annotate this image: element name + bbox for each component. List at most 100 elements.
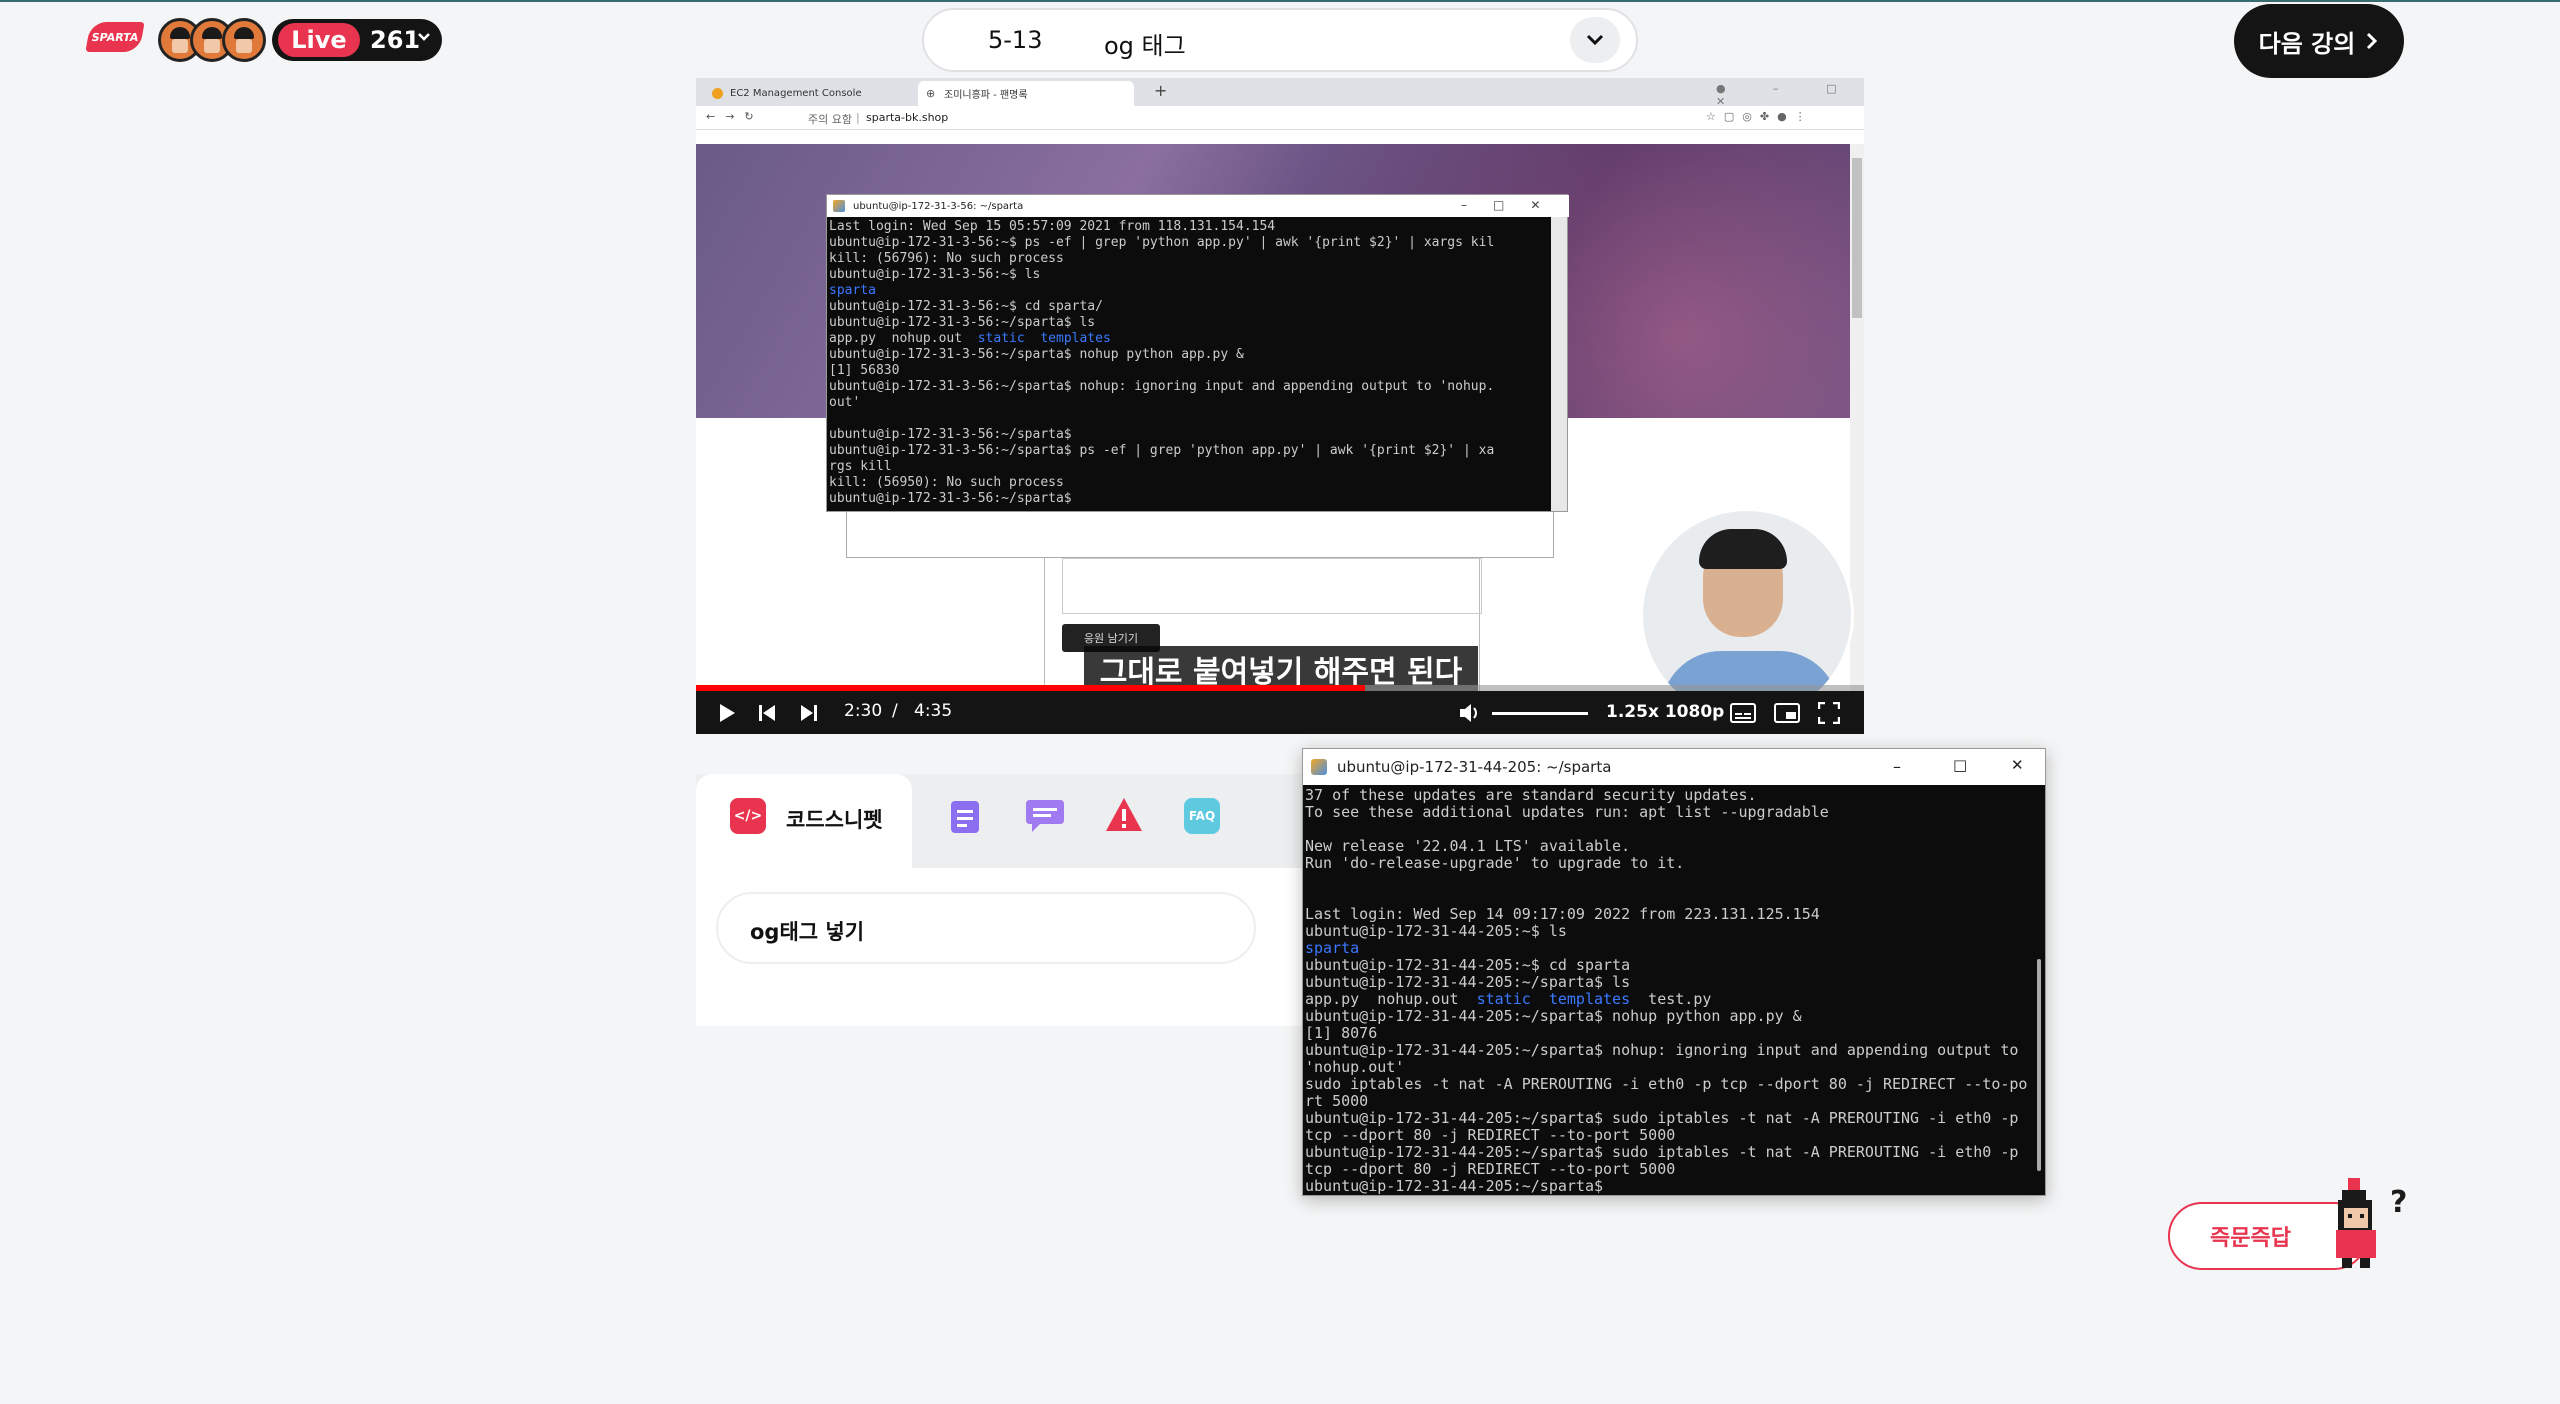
terminal-line: ubuntu@ip-172-31-3-56:~$ ls xyxy=(829,267,1041,282)
terminal-line: ubuntu@ip-172-31-3-56:~/sparta$ xyxy=(829,491,1072,506)
play-icon[interactable] xyxy=(718,703,736,727)
address-url: sparta-bk.shop xyxy=(866,111,949,124)
terminal-line: ubuntu@ip-172-31-44-205:~$ cd sparta xyxy=(1305,956,1631,974)
lecture-dropdown-button[interactable] xyxy=(1570,17,1620,63)
chevron-right-icon xyxy=(2367,32,2378,50)
warning-icon[interactable] xyxy=(1104,796,1144,838)
putty-icon xyxy=(1311,759,1327,775)
time-current: 2:30 xyxy=(844,701,883,721)
terminal-output: Last login: Wed Sep 15 05:57:09 2021 fro… xyxy=(829,219,1549,507)
terminal-title-text: ubuntu@ip-172-31-44-205: ~/sparta xyxy=(1337,758,1612,776)
terminal-line: ubuntu@ip-172-31-3-56:~$ cd sparta/ xyxy=(829,299,1103,314)
chat-icon[interactable] xyxy=(1022,798,1068,840)
terminal-line: kill: (56950): No such process xyxy=(829,475,1064,490)
terminal-line: [1] 56830 xyxy=(829,363,900,378)
time-total: 4:35 xyxy=(914,701,953,721)
faq-icon[interactable]: FAQ xyxy=(1184,798,1220,834)
nav-icons: ←→↻ xyxy=(706,110,764,123)
time-separator: / xyxy=(892,701,898,721)
terminal-line: ubuntu@ip-172-31-3-56:~/sparta$ ls xyxy=(829,315,1096,330)
qa-label: 즉문즉답 xyxy=(2210,1226,2291,1251)
theater-icon[interactable] xyxy=(1774,703,1800,727)
terminal-line: app.py nohup.out static templates test.p… xyxy=(1305,990,1712,1008)
browser-address-bar: ←→↻ 주의 요함 | sparta-bk.shop ☆▢◎✤●⋮ xyxy=(696,106,1864,130)
next-icon[interactable] xyxy=(800,704,818,726)
browser-extension-icons: ☆▢◎✤●⋮ xyxy=(1706,110,1814,123)
prev-icon[interactable] xyxy=(758,704,776,726)
window-controls: ● – □ ✕ xyxy=(1716,82,1859,108)
notes-icon[interactable] xyxy=(948,798,982,840)
browser-tab-label: EC2 Management Console xyxy=(730,88,862,99)
maximize-icon[interactable]: □ xyxy=(1953,756,1967,774)
terminal-line: ubuntu@ip-172-31-44-205:~/sparta$ ls xyxy=(1305,973,1631,991)
speed-quality-button[interactable]: 1.25x 1080p xyxy=(1606,702,1724,722)
top-accent-line xyxy=(0,0,2560,2)
terminal-line: New release '22.04.1 LTS' available. xyxy=(1305,837,1631,855)
tab-code-label: 코드스니펫 xyxy=(786,808,883,832)
window-controls: –□✕ xyxy=(1461,198,1567,212)
terminal-scrollbar xyxy=(1551,217,1567,511)
terminal-line: ubuntu@ip-172-31-44-205:~/sparta$ nohup … xyxy=(1305,1007,1802,1025)
terminal-title-bar[interactable]: ubuntu@ip-172-31-44-205: ~/sparta – □ ✕ xyxy=(1303,749,2045,785)
code-snippet-label: og태그 넣기 xyxy=(750,920,865,944)
terminal-line: Last login: Wed Sep 15 05:57:09 2021 fro… xyxy=(829,219,1276,234)
terminal-line: sparta xyxy=(1305,939,1360,957)
lecture-title: og 태그 xyxy=(1104,32,1186,60)
putty-icon xyxy=(833,200,845,212)
terminal-line: Run 'do-release-upgrade' to upgrade to i… xyxy=(1305,854,1685,872)
terminal-line: tcp --dport 80 -j REDIRECT --to-port 500… xyxy=(1305,1126,1676,1144)
close-icon[interactable]: ✕ xyxy=(2011,756,2024,774)
aws-icon xyxy=(712,88,723,99)
terminal-line: rt 5000 xyxy=(1305,1092,1369,1110)
next-lecture-label: 다음 강의 xyxy=(2258,29,2356,58)
terminal-line: ubuntu@ip-172-31-3-56:~/sparta$ nohup: i… xyxy=(829,379,1495,394)
terminal-line: To see these additional updates run: apt… xyxy=(1305,803,1829,821)
qa-character-icon[interactable]: ? xyxy=(2328,1178,2418,1274)
terminal-output[interactable]: 37 of these updates are standard securit… xyxy=(1305,787,2033,1195)
fullscreen-icon[interactable] xyxy=(1817,701,1841,728)
terminal-line: ubuntu@ip-172-31-44-205:~/sparta$ nohup:… xyxy=(1305,1041,2019,1059)
terminal-line: ubuntu@ip-172-31-3-56:~/sparta$ nohup py… xyxy=(829,347,1244,362)
terminal-window[interactable]: ubuntu@ip-172-31-44-205: ~/sparta – □ ✕ … xyxy=(1302,748,2046,1196)
terminal-line: rgs kill xyxy=(829,459,892,474)
chevron-down-icon xyxy=(1586,34,1604,46)
terminal-line: ubuntu@ip-172-31-3-56:~$ ps -ef | grep '… xyxy=(829,235,1495,250)
terminal-line: ubuntu@ip-172-31-44-205:~/sparta$ xyxy=(1305,1177,1604,1195)
terminal-line: ubuntu@ip-172-31-44-205:~/sparta$ sudo i… xyxy=(1305,1143,2019,1161)
terminal-title: ubuntu@ip-172-31-3-56: ~/sparta –□✕ xyxy=(827,195,1569,217)
lecture-number: 5-13 xyxy=(988,26,1043,54)
terminal-line: ubuntu@ip-172-31-3-56:~/sparta$ xyxy=(829,427,1072,442)
terminal-line: tcp --dport 80 -j REDIRECT --to-port 500… xyxy=(1305,1160,1676,1178)
browser-tab-strip: EC2 Management Console ⊕ 조미니흥파 - 팬명록 + ●… xyxy=(696,78,1864,108)
terminal-line: ubuntu@ip-172-31-3-56:~/sparta$ ps -ef |… xyxy=(829,443,1495,458)
minimize-icon[interactable]: – xyxy=(1893,757,1901,776)
terminal-line: [1] 8076 xyxy=(1305,1024,1378,1042)
video-controls: 2:30 / 4:35 1.25x 1080p xyxy=(696,691,1864,734)
lecture-tools-panel: </> 코드스니펫 FAQ og태그 넣기 xyxy=(696,774,1306,1026)
terminal-line: 'nohup.out' xyxy=(1305,1058,1405,1076)
terminal-scroll-thumb[interactable] xyxy=(2037,959,2041,1171)
terminal-line: out' xyxy=(829,395,861,410)
terminal-title-text: ubuntu@ip-172-31-3-56: ~/sparta xyxy=(853,200,1024,212)
address-warning: 주의 요함 xyxy=(808,113,852,126)
chevron-down-icon xyxy=(416,26,432,50)
terminal-line: app.py nohup.out static templates xyxy=(829,331,1111,346)
logo-text: SPARTA xyxy=(90,30,140,44)
terminal-line: sudo iptables -t nat -A PREROUTING -i et… xyxy=(1305,1075,2028,1093)
globe-icon: ⊕ xyxy=(926,87,936,100)
volume-slider[interactable] xyxy=(1492,712,1588,715)
new-tab-icon: + xyxy=(1154,81,1168,100)
terminal-line: ubuntu@ip-172-31-44-205:~$ ls xyxy=(1305,922,1567,940)
terminal-line: kill: (56796): No such process xyxy=(829,251,1064,266)
subtitles-icon[interactable] xyxy=(1730,703,1756,727)
next-lecture-button[interactable]: 다음 강의 xyxy=(2234,4,2404,78)
page-scroll-thumb xyxy=(1852,158,1862,318)
browser-tab-active: ⊕ 조미니흥파 - 팬명록 xyxy=(918,81,1134,106)
volume-icon[interactable] xyxy=(1458,702,1482,728)
sparta-logo[interactable]: SPARTA xyxy=(85,22,145,52)
video-player[interactable]: EC2 Management Console ⊕ 조미니흥파 - 팬명록 + ●… xyxy=(696,78,1864,734)
svg-text:?: ? xyxy=(2390,1185,2407,1220)
